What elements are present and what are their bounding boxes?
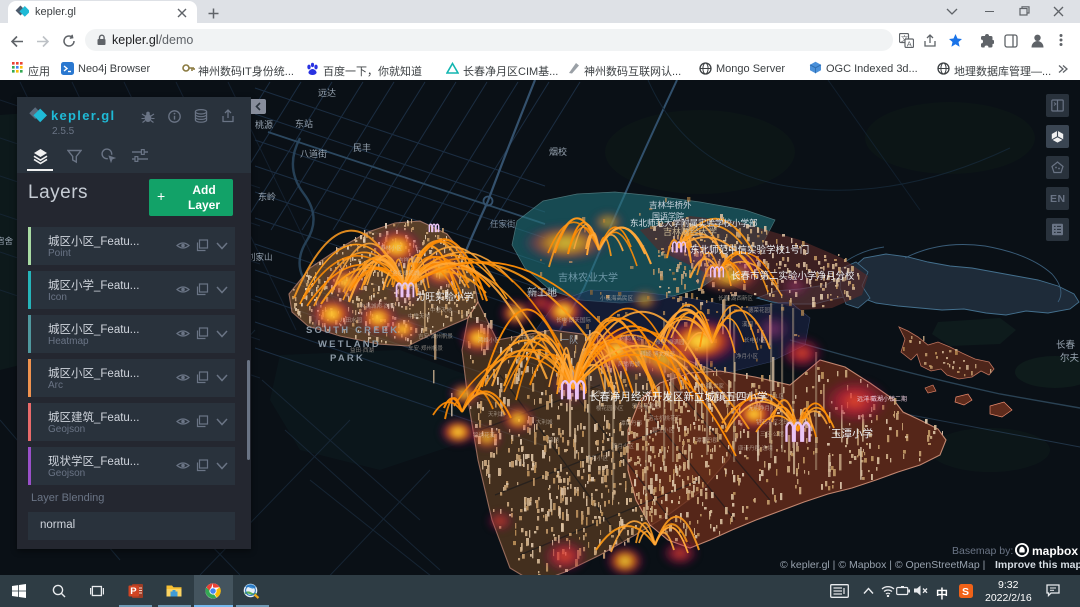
svg-text:风尚青城: 风尚青城: [618, 360, 641, 368]
svg-text:樱花园小区: 樱花园小区: [596, 404, 624, 412]
svg-text:明注·长阳: 明注·长阳: [532, 290, 556, 298]
svg-text:净月小区: 净月小区: [596, 389, 619, 397]
svg-text:SOUTH CREEK: SOUTH CREEK: [306, 325, 399, 336]
svg-text:P: P: [130, 586, 137, 597]
svg-text:净月潭月潭小区HOTEL区: 净月潭月潭小区HOTEL区: [722, 392, 785, 400]
svg-text:鹤城·博文观邸: 鹤城·博文观邸: [640, 350, 675, 358]
svg-text:吉林华桥外: 吉林华桥外: [649, 200, 692, 210]
svg-text:八田水园: 八田水园: [340, 316, 363, 324]
svg-text:任家街: 任家街: [490, 219, 516, 229]
svg-text:德荣花园: 德荣花园: [748, 306, 771, 314]
svg-text:mapbox: mapbox: [1032, 544, 1078, 558]
svg-text:中懋天地: 中懋天地: [430, 306, 453, 314]
svg-text:金色橄榄城: 金色橄榄城: [392, 269, 420, 277]
svg-text:宿舍: 宿舍: [0, 236, 14, 246]
svg-text:吉林财经大学: 吉林财经大学: [663, 226, 717, 237]
svg-text:净月小区: 净月小区: [586, 454, 609, 462]
svg-text:Basemap by:: Basemap by:: [952, 545, 1013, 557]
svg-text:碧玉小区: 碧玉小区: [652, 426, 675, 434]
svg-text:谭锦丹郡: 谭锦丹郡: [620, 419, 643, 427]
svg-text:净月小区: 净月小区: [736, 352, 759, 360]
svg-text:远达: 远达: [318, 87, 336, 98]
svg-text:尔夫: 尔夫: [1060, 352, 1080, 364]
svg-text:三区·公馆: 三区·公馆: [760, 430, 784, 438]
svg-text:小溪海高民区: 小溪海高民区: [600, 294, 634, 302]
svg-text:诺古机桃花汇: 诺古机桃花汇: [648, 414, 682, 422]
svg-text:玉潭小学: 玉潭小学: [831, 427, 873, 440]
svg-text:大禹城邦·尚院: 大禹城邦·尚院: [360, 302, 395, 310]
svg-text:一队: 一队: [560, 334, 578, 345]
svg-text:溪园: 溪园: [742, 320, 754, 328]
svg-text:东北师范中信实验学校1号门: 东北师范中信实验学校1号门: [690, 244, 809, 256]
svg-text:益田·西湖: 益田·西湖: [350, 346, 374, 354]
svg-text:力旺实验小学: 力旺实验小学: [416, 291, 473, 303]
svg-text:长春: 长春: [1056, 339, 1076, 351]
svg-text:天利城: 天利城: [488, 410, 505, 418]
svg-text:风尚首领: 风尚首领: [620, 334, 643, 342]
svg-text:远洋·戴湖小镇二期: 远洋·戴湖小镇二期: [857, 395, 907, 403]
svg-text:长电·朗天国际: 长电·朗天国际: [556, 316, 591, 324]
svg-text:S: S: [962, 586, 969, 598]
svg-text:八道街: 八道街: [300, 148, 327, 159]
svg-text:谭铸丹郡: 谭铸丹郡: [696, 436, 719, 444]
svg-text:雅居·橡满园: 雅居·橡满园: [655, 338, 685, 346]
svg-text:吉安·湖州帆景: 吉安·湖州帆景: [418, 332, 453, 340]
svg-text:民丰: 民丰: [353, 142, 371, 153]
svg-text:吉林农业大学: 吉林农业大学: [558, 271, 618, 284]
svg-text:Improve this map: Improve this map: [995, 559, 1080, 571]
svg-text:车安·郑州帆景: 车安·郑州帆景: [408, 344, 443, 352]
svg-text:康诗丹郡·逸境: 康诗丹郡·逸境: [738, 444, 773, 452]
svg-text:锦绣花溪: 锦绣花溪: [473, 431, 496, 439]
svg-text:锦绣: 锦绣: [548, 436, 560, 444]
svg-text:中海·世家: 中海·世家: [700, 382, 724, 390]
svg-text:桃源: 桃源: [255, 119, 273, 130]
svg-text:光明净月小区: 光明净月小区: [748, 404, 782, 412]
svg-text:东岭: 东岭: [258, 191, 276, 202]
svg-text:中懋天地: 中懋天地: [408, 312, 431, 320]
svg-text:烟校: 烟校: [549, 146, 567, 157]
svg-text:钻石小区之珠水晶阁: 钻石小区之珠水晶阁: [756, 418, 806, 426]
svg-text:长电小区: 长电小区: [744, 336, 767, 344]
svg-text:大利城: 大利城: [536, 418, 553, 426]
svg-text:吉祥·馨园: 吉祥·馨园: [398, 256, 422, 264]
svg-text:PARK: PARK: [330, 353, 365, 364]
svg-text:长春·湖西新区: 长春·湖西新区: [718, 294, 753, 302]
svg-text:A: A: [907, 39, 912, 48]
svg-text:伟峰酒村: 伟峰酒村: [398, 282, 421, 290]
svg-text:© kepler.gl | © Mapbox | © Ope: © kepler.gl | © Mapbox | © OpenStreetMap…: [780, 559, 985, 571]
svg-text:雅金典城堡: 雅金典城堡: [632, 402, 660, 410]
svg-text:万利城: 万利城: [518, 334, 535, 342]
svg-text:鸿峰小区: 鸿峰小区: [478, 336, 501, 344]
svg-text:湾月小区: 湾月小区: [612, 442, 635, 450]
svg-text:东站: 东站: [295, 118, 313, 129]
svg-text:长春市第二实验小学净月分校: 长春市第二实验小学净月分校: [731, 270, 855, 282]
svg-text:泉林小区: 泉林小区: [380, 244, 403, 252]
